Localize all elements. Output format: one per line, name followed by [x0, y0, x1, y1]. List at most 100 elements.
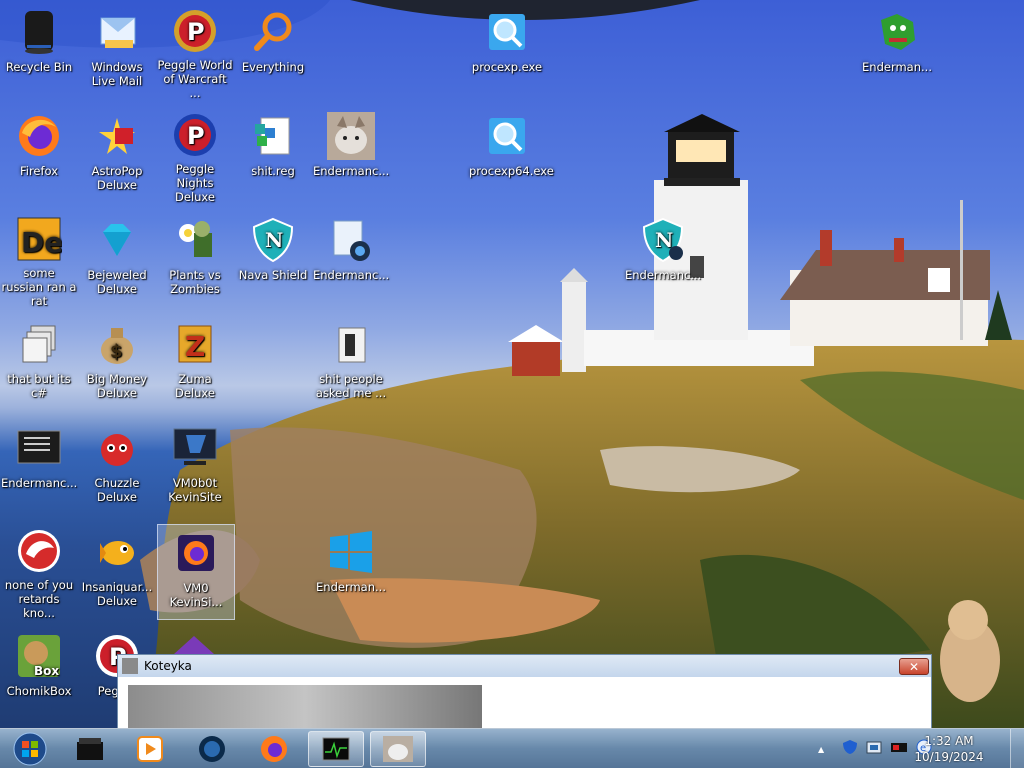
icon-label: Recycle Bin	[5, 60, 73, 74]
desktop-icon-enderman-shortcut[interactable]: Endermanc...	[312, 212, 390, 308]
icon-label: ChomikBox	[6, 684, 72, 698]
taskbar-firefox[interactable]	[246, 731, 302, 767]
red-dragon-icon	[15, 528, 63, 574]
windows-stack-icon	[15, 320, 63, 368]
icon-label: Plants vs Zombies	[169, 268, 221, 296]
desktop-icon-chomikbox[interactable]: Box ChomikBox	[0, 628, 78, 724]
start-button[interactable]	[2, 731, 58, 767]
desktop-icon-nava-shield[interactable]: N Nava Shield	[234, 212, 312, 308]
desktop-icon-shit-people-asked[interactable]: shit people asked me ...	[312, 316, 390, 412]
icon-label: Big Money Deluxe	[86, 372, 148, 400]
shortcut-icon	[327, 216, 375, 264]
show-desktop-button[interactable]	[1010, 729, 1024, 768]
cat-image	[128, 685, 482, 728]
money-bag-icon: $	[93, 320, 141, 368]
battery-icon[interactable]	[890, 739, 908, 759]
icon-label: shit.reg	[251, 164, 295, 178]
icon-label: VM0b0t KevinSite	[168, 476, 222, 504]
svg-text:P: P	[187, 18, 205, 46]
taskbar-koteyka[interactable]	[370, 731, 426, 767]
partial-icon[interactable]	[170, 632, 220, 656]
desktop-icon-windows-live-mail[interactable]: Windows Live Mail	[78, 4, 156, 100]
vm-icon	[171, 424, 219, 472]
desktop-icon-big-money[interactable]: $ Big Money Deluxe	[78, 316, 156, 412]
desktop-icon-none-of-you[interactable]: none of you retards kno...	[0, 524, 78, 620]
dragon-icon	[873, 8, 921, 56]
magnifier-icon	[249, 8, 297, 56]
icon-label: Bejeweled Deluxe	[87, 268, 147, 296]
shield-icon: N	[639, 216, 687, 264]
icon-label: Endermanc...	[313, 164, 390, 178]
taskbar-black-app[interactable]	[62, 731, 118, 767]
icon-label: Enderman...	[316, 580, 386, 594]
window-titlebar[interactable]: Koteyka	[118, 655, 931, 677]
desktop-icon-shit-reg[interactable]: shit.reg	[234, 108, 312, 204]
icon-label: Zuma Deluxe	[175, 372, 215, 400]
close-button[interactable]: ✕	[899, 658, 929, 675]
desktop-icon-procexp[interactable]: procexp.exe	[468, 4, 546, 100]
desktop-icon-vm0-kevinsite[interactable]: VM0 KevinSi...	[157, 524, 235, 620]
svg-text:N: N	[265, 228, 283, 252]
desktop-icon-enderman-windows[interactable]: Enderman...	[312, 524, 390, 620]
icon-label: Chuzzle Deluxe	[94, 476, 140, 504]
svg-text:$: $	[110, 341, 123, 362]
astropop-icon	[93, 112, 141, 160]
svg-text:Z: Z	[185, 330, 205, 363]
icon-label: Nava Shield	[238, 268, 308, 282]
desktop-icon-recycle-bin[interactable]: Recycle Bin	[0, 4, 78, 100]
desktop-icon-that-but-csharp[interactable]: that but its c#	[0, 316, 78, 412]
shield-icon: N	[249, 216, 297, 264]
svg-text:N: N	[655, 228, 673, 252]
security-icon[interactable]	[842, 739, 858, 759]
desktop-icon-procexp64[interactable]: procexp64.exe	[468, 108, 554, 204]
icon-label: Insaniquar... Deluxe	[81, 580, 153, 608]
icon-label: Enderman...	[862, 60, 932, 74]
svg-text:P: P	[187, 122, 205, 150]
folder-icon	[327, 320, 375, 368]
show-hidden-icons-button[interactable]: ▲	[818, 745, 832, 754]
hamster-icon: Box	[15, 632, 63, 680]
icon-label: none of you retards kno...	[4, 578, 74, 620]
desktop-icon-astropop[interactable]: AstroPop Deluxe	[78, 108, 156, 204]
desktop-icon-bejeweled[interactable]: Bejeweled Deluxe	[78, 212, 156, 308]
cat-photo-icon	[327, 112, 375, 160]
taskbar-task-manager[interactable]	[308, 731, 364, 767]
close-icon: ✕	[908, 659, 920, 674]
clock-time: 1:32 AM	[924, 734, 974, 748]
desktop-icon-enderman-cat[interactable]: Endermanc...	[312, 108, 390, 204]
taskbar-media-player[interactable]	[122, 731, 178, 767]
mail-icon	[93, 8, 141, 56]
desktop-icon-firefox[interactable]: Firefox	[0, 108, 78, 204]
plant-icon	[171, 216, 219, 264]
desktop-icon-chuzzle[interactable]: Chuzzle Deluxe	[78, 420, 156, 516]
recycle-bin-icon	[15, 8, 63, 56]
icon-label: Peggle World of Warcraft ...	[157, 58, 233, 100]
procexp-icon	[483, 112, 531, 160]
desktop-icon-enderman-console[interactable]: Endermanc...	[0, 420, 78, 516]
clock-date: 10/19/2024	[914, 750, 984, 764]
svg-text:Box: Box	[34, 664, 59, 678]
icon-label: Windows Live Mail	[91, 60, 143, 88]
desktop-icon-insaniquarium[interactable]: Insaniquar... Deluxe	[78, 524, 156, 620]
desktop-icon-plants-vs-zombies[interactable]: Plants vs Zombies	[156, 212, 234, 308]
system-clock[interactable]: 1:32 AM 10/19/2024	[914, 733, 984, 765]
desktop-icon-everything[interactable]: Everything	[234, 4, 312, 100]
app-icon	[122, 658, 138, 674]
koteyka-window[interactable]: Koteyka ✕	[117, 654, 932, 728]
desktop[interactable]: Recycle Bin Windows Live Mail P Peggle W…	[0, 0, 1024, 728]
desktop-icon-enderman-shield[interactable]: N Endermanc...	[624, 212, 702, 308]
network-icon[interactable]	[866, 739, 882, 759]
taskbar-globe-app[interactable]	[184, 731, 240, 767]
firefox-purple-icon	[172, 529, 220, 577]
desktop-icon-peggle-nights[interactable]: P Peggle Nights Deluxe	[156, 108, 234, 204]
desktop-icon-zuma[interactable]: Z Zuma Deluxe	[156, 316, 234, 412]
icon-label: Peggle Nights Deluxe	[175, 162, 215, 204]
procexp-icon	[483, 8, 531, 56]
desktop-icon-russian-rat[interactable]: De some russian ran a rat	[0, 212, 78, 308]
desktop-icon-vm0b0t[interactable]: VM0b0t KevinSite	[156, 420, 234, 516]
icon-label: AstroPop Deluxe	[91, 164, 143, 192]
desktop-icon-peggle-wow[interactable]: P Peggle World of Warcraft ...	[156, 4, 234, 100]
icon-label: Endermanc...	[625, 268, 702, 282]
icon-label: Everything	[241, 60, 305, 74]
desktop-icon-enderman-dragon[interactable]: Enderman...	[858, 4, 936, 100]
